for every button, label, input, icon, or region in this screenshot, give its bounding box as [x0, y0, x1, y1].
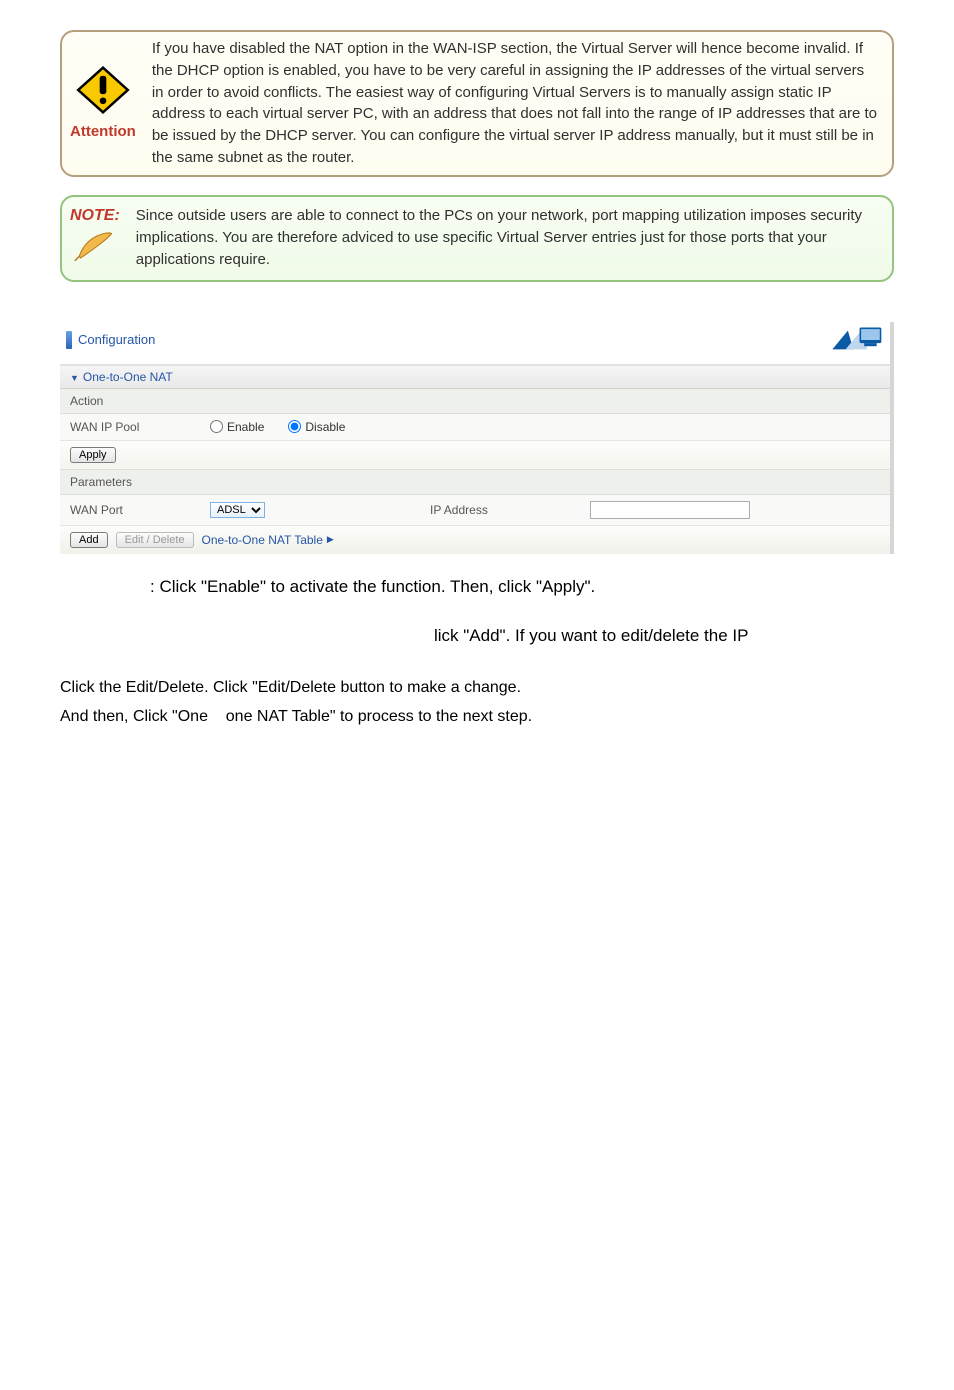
panel-title: Configuration: [78, 332, 155, 347]
note-label: NOTE:: [70, 207, 120, 225]
doc-paragraph: Click the Edit/Delete. Click "Edit/Delet…: [60, 673, 894, 732]
one-to-one-nat-table-link[interactable]: One-to-One NAT Table ▶: [202, 533, 334, 547]
disable-radio-label: Disable: [305, 420, 345, 434]
ip-address-input[interactable]: [590, 501, 750, 519]
ip-address-label: IP Address: [430, 503, 590, 517]
warning-diamond-icon: [76, 66, 130, 114]
doc-line-3a: Click the Edit/Delete. Click "Edit/Delet…: [60, 679, 521, 696]
attention-label: Attention: [70, 123, 136, 140]
parameters-header-row: Parameters: [60, 470, 890, 495]
bottom-actions-row: Add Edit / Delete One-to-One NAT Table ▶: [60, 526, 890, 554]
doc-line-3c: one NAT Table" to process to the next st…: [226, 708, 532, 725]
note-text: Since outside users are able to connect …: [136, 205, 878, 270]
wan-port-select[interactable]: ADSL: [210, 502, 265, 518]
chevron-right-icon: ▶: [327, 534, 334, 545]
enable-radio-label: Enable: [227, 420, 264, 434]
enable-radio-input[interactable]: [210, 420, 223, 433]
section-title-text: One-to-One NAT: [83, 370, 173, 384]
doc-line-3b: And then, Click "One: [60, 708, 208, 725]
chevron-down-icon: ▼: [70, 373, 79, 383]
section-one-to-one-nat[interactable]: ▼ One-to-One NAT: [60, 365, 890, 389]
header-logo-icon: [804, 326, 884, 354]
edit-delete-button[interactable]: Edit / Delete: [116, 532, 194, 548]
wan-port-row: WAN Port ADSL IP Address: [60, 495, 890, 526]
header-accent-bar: [66, 331, 72, 349]
note-callout: NOTE: Since outside users are able to co…: [60, 195, 894, 282]
wan-port-label: WAN Port: [70, 503, 210, 517]
attention-callout: Attention If you have disabled the NAT o…: [60, 30, 894, 177]
panel-header: Configuration: [60, 322, 890, 365]
note-icon-column: NOTE:: [68, 203, 122, 274]
enable-radio[interactable]: Enable: [210, 420, 264, 434]
wan-ip-pool-label: WAN IP Pool: [70, 420, 200, 434]
apply-row: Apply: [60, 441, 890, 470]
disable-radio[interactable]: Disable: [288, 420, 345, 434]
wan-ip-pool-row: WAN IP Pool Enable Disable: [60, 414, 890, 441]
router-config-panel: Configuration ▼ One-to-One NAT Action WAN…: [60, 322, 894, 554]
doc-line-1: : Click "Enable" to activate the functio…: [60, 574, 894, 600]
quill-pen-icon: [72, 225, 118, 265]
disable-radio-input[interactable]: [288, 420, 301, 433]
attention-text: If you have disabled the NAT option in t…: [152, 38, 878, 169]
doc-line-2: lick "Add". If you want to edit/delete t…: [60, 623, 894, 649]
doc-text-block: : Click "Enable" to activate the functio…: [60, 574, 894, 673]
attention-icon-column: Attention: [68, 62, 138, 144]
apply-button[interactable]: Apply: [70, 447, 116, 463]
action-header-row: Action: [60, 389, 890, 414]
add-button[interactable]: Add: [70, 532, 108, 548]
nat-table-link-text: One-to-One NAT Table: [202, 533, 323, 547]
